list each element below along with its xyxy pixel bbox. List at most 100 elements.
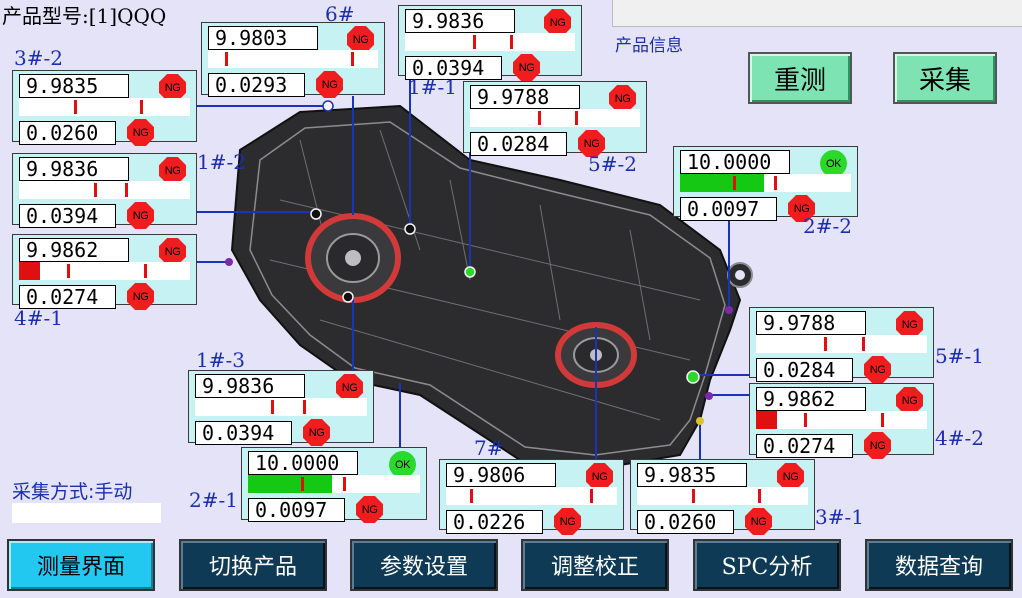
tolerance-limit-tick (691, 489, 695, 503)
tolerance-limit-tick (125, 183, 129, 197)
tolerance-limit-tick (774, 176, 778, 190)
tolerance-bar (405, 33, 575, 51)
value-status-badge: NG (159, 157, 186, 184)
deviation-status-badge: NG (303, 419, 330, 446)
measure-card-p1_3: 9.9836 NG 0.0394 NG (188, 370, 374, 446)
measured-value: 9.9836 (405, 9, 515, 33)
measure-card-p4_1: 9.9862 NG 0.0274 NG (12, 234, 197, 310)
deviation-value: 0.0226 (446, 510, 543, 534)
deviation-value: 0.0260 (19, 121, 116, 145)
point-label-p4_1: 4#-1 (14, 306, 63, 330)
point-label-p5_1: 5#-1 (935, 344, 984, 368)
tolerance-limit-tick (803, 413, 807, 427)
measured-value: 9.9788 (470, 85, 580, 109)
value-status-badge: NG (159, 74, 186, 101)
measured-value: 9.9835 (637, 463, 747, 487)
point-label-p1_3: 1#-3 (196, 348, 245, 372)
nav-button-1[interactable]: 切换产品 (179, 539, 327, 591)
tolerance-limit-tick (469, 489, 473, 503)
tolerance-limit-tick (510, 35, 514, 49)
tolerance-limit-tick (575, 111, 579, 125)
deviation-status-badge: NG (864, 432, 891, 459)
tolerance-limit-tick (880, 413, 884, 427)
tolerance-bar (19, 98, 190, 116)
tolerance-limit-tick (350, 52, 354, 66)
deviation-status-badge: NG (127, 119, 154, 146)
nav-button-5[interactable]: 数据查询 (865, 539, 1013, 591)
deviation-value: 0.0394 (19, 204, 116, 228)
measure-card-p2_2: 10.0000 OK 0.0097 NG (673, 146, 858, 222)
point-label-p1_2: 1#-2 (197, 150, 246, 174)
deviation-status-badge: NG (316, 71, 343, 98)
measured-value: 9.9835 (19, 74, 129, 98)
tolerance-bar (637, 487, 808, 505)
nav-button-2[interactable]: 参数设置 (350, 539, 498, 591)
tolerance-bar (248, 475, 420, 493)
measured-value: 9.9836 (195, 374, 305, 398)
tolerance-limit-tick (824, 337, 828, 351)
tolerance-limit-tick (94, 183, 98, 197)
measure-card-p3_2: 9.9835 NG 0.0260 NG (12, 70, 197, 146)
tolerance-fill (19, 262, 40, 280)
measure-card-p6: 9.9803 NG 0.0293 NG (201, 22, 385, 98)
point-label-p3_1: 3#-1 (815, 505, 864, 529)
tolerance-limit-tick (140, 100, 144, 114)
tolerance-bar (19, 181, 190, 199)
tolerance-bar (446, 487, 617, 505)
tolerance-limit-tick (538, 111, 541, 125)
measured-value: 9.9836 (19, 157, 129, 181)
deviation-value: 0.0284 (470, 132, 567, 156)
value-status-badge: NG (159, 238, 186, 265)
value-status-badge: NG (586, 463, 613, 490)
value-status-badge: OK (820, 150, 847, 177)
value-status-badge: NG (777, 463, 804, 490)
value-status-badge: NG (609, 85, 636, 112)
point-label-p2_2: 2#-2 (803, 214, 852, 238)
tolerance-limit-tick (225, 52, 228, 66)
tolerance-bar (756, 411, 927, 429)
value-status-badge: NG (896, 311, 923, 338)
collect-mode-field (12, 503, 161, 523)
tolerance-bar (19, 262, 190, 280)
tolerance-fill (756, 411, 777, 429)
deviation-status-badge: NG (356, 496, 383, 523)
measure-card-p1_1: 9.9836 NG 0.0394 NG (398, 5, 582, 81)
measure-card-p4_2: 9.9862 NG 0.0274 NG (749, 383, 934, 459)
tolerance-limit-tick (758, 489, 762, 503)
tolerance-limit-tick (733, 176, 736, 190)
point-label-p3_2: 3#-2 (14, 46, 63, 70)
tolerance-fill (248, 475, 333, 493)
tolerance-limit-tick (589, 489, 593, 503)
point-label-p4_2: 4#-2 (935, 426, 984, 450)
nav-button-0[interactable]: 测量界面 (7, 539, 155, 591)
value-status-badge: OK (389, 451, 416, 478)
tolerance-limit-tick (342, 477, 346, 491)
nav-button-3[interactable]: 调整校正 (521, 539, 669, 591)
tolerance-fill (680, 174, 764, 192)
tolerance-limit-tick (301, 477, 305, 491)
deviation-value: 0.0097 (248, 498, 345, 522)
tolerance-bar (195, 398, 367, 416)
measure-card-p3_1: 9.9835 NG 0.0260 NG (630, 459, 815, 535)
point-label-p7: 7# (474, 436, 504, 460)
measured-value: 9.9862 (19, 238, 129, 262)
tolerance-limit-tick (73, 100, 77, 114)
deviation-value: 0.0097 (680, 197, 777, 221)
measure-card-p5_1: 9.9788 NG 0.0284 NG (749, 307, 934, 383)
tolerance-limit-tick (862, 337, 866, 351)
point-label-p6: 6# (325, 2, 355, 26)
measured-value: 9.9803 (208, 26, 318, 50)
measure-card-p5_2: 9.9788 NG 0.0284 NG (463, 81, 647, 157)
tolerance-bar (208, 50, 378, 68)
point-label-p5_2: 5#-2 (588, 152, 637, 176)
tolerance-bar (680, 174, 851, 192)
nav-button-4[interactable]: SPC分析 (693, 539, 841, 591)
point-label-p1_1: 1#-1 (408, 75, 457, 99)
value-status-badge: NG (544, 9, 571, 36)
deviation-status-badge: NG (127, 202, 154, 229)
tolerance-limit-tick (143, 264, 147, 278)
tolerance-bar (756, 335, 927, 353)
deviation-value: 0.0274 (756, 434, 853, 458)
measure-card-p7: 9.9806 NG 0.0226 NG (439, 459, 624, 535)
deviation-value: 0.0394 (195, 421, 292, 445)
